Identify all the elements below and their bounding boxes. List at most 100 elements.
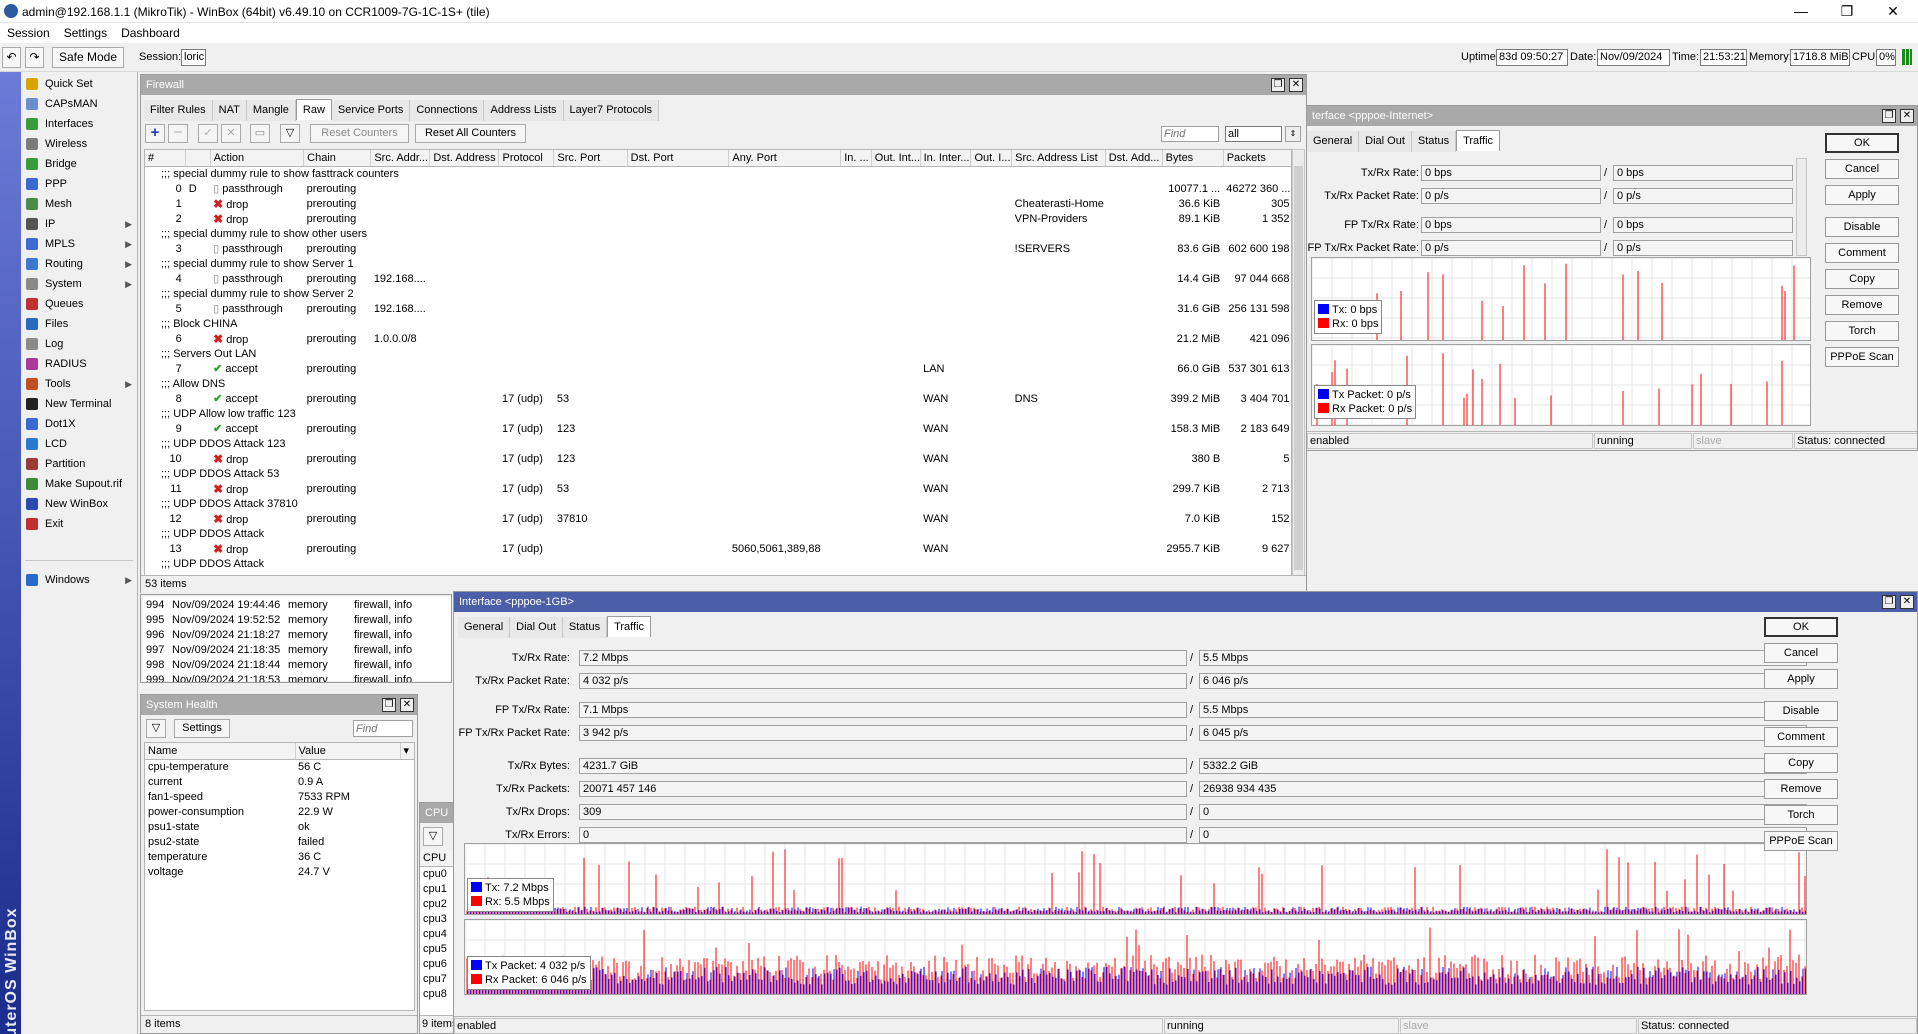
sidebar-item-mesh[interactable]: Mesh (21, 194, 138, 214)
window-close-icon[interactable]: ✕ (1289, 78, 1303, 92)
sidebar-item-queues[interactable]: Queues (21, 294, 138, 314)
column-header[interactable]: Packets (1223, 150, 1291, 167)
table-row[interactable]: cpu4 (420, 926, 454, 941)
tab-raw[interactable]: Raw (295, 99, 332, 120)
table-row[interactable]: cpu1 (420, 881, 454, 896)
table-row-comment[interactable]: ;;; Block CHINA (145, 316, 1291, 331)
log-row[interactable]: 997 Nov/09/2024 21:18:35 memory firewall, i… (143, 642, 451, 657)
redo-icon[interactable]: ↷ (25, 47, 44, 68)
log-row[interactable]: 995 Nov/09/2024 19:52:52 memory firewall, i… (143, 612, 451, 627)
window-restore-icon[interactable]: ❐ (382, 698, 396, 712)
sidebar-item-mpls[interactable]: MPLS ▶ (21, 234, 138, 254)
window-close-icon[interactable]: ✕ (400, 698, 414, 712)
column-header-name[interactable]: Name (145, 743, 296, 760)
rx-value-field[interactable]: 26938 934 435 (1199, 781, 1807, 797)
sidebar-item-new-terminal[interactable]: New Terminal (21, 394, 138, 414)
sidebar-item-interfaces[interactable]: Interfaces (21, 114, 138, 134)
sidebar-item-new-winbox[interactable]: New WinBox (21, 494, 138, 514)
sidebar-item-partition[interactable]: Partition (21, 454, 138, 474)
column-header-cpu[interactable]: CPU (420, 850, 454, 867)
sidebar-item-lcd[interactable]: LCD (21, 434, 138, 454)
sidebar-item-ppp[interactable]: PPP (21, 174, 138, 194)
iface-internet-scrollbar[interactable] (1796, 158, 1807, 256)
table-row[interactable]: 4 ▯ passthrough prerouting 192.168.... 14.4 … (145, 271, 1291, 286)
tx-value-field[interactable]: 4 032 p/s (579, 673, 1187, 689)
sidebar-item-files[interactable]: Files (21, 314, 138, 334)
rx-value-field[interactable]: 0 p/s (1613, 240, 1793, 256)
column-menu-icon[interactable]: ▾ (400, 743, 414, 760)
tx-value-field[interactable]: 0 (579, 827, 1187, 843)
sidebar-item-quick-set[interactable]: Quick Set (21, 74, 138, 94)
pppoe-scan-button[interactable]: PPPoE Scan (1825, 347, 1899, 367)
tx-value-field[interactable]: 4231.7 GiB (579, 758, 1187, 774)
column-header[interactable]: Dst. Address (429, 150, 500, 167)
table-row[interactable]: voltage 24.7 V (145, 864, 414, 879)
column-header[interactable]: In. Inter... (920, 150, 972, 167)
maximize-button[interactable]: ❐ (1824, 0, 1870, 23)
sidebar-item-windows[interactable]: Windows ▶ (21, 570, 138, 590)
ok-button[interactable]: OK (1825, 133, 1899, 153)
table-row[interactable]: current 0.9 A (145, 774, 414, 789)
firewall-scrollbar[interactable] (1292, 149, 1305, 577)
sidebar-item-wireless[interactable]: Wireless (21, 134, 138, 154)
filter-icon[interactable]: ▽ (423, 827, 443, 846)
table-row[interactable]: fan1-speed 7533 RPM (145, 789, 414, 804)
table-row[interactable]: 10 ✖ drop prerouting 17 (udp) 123 WAN 380 B5 (145, 451, 1291, 466)
sidebar-item-capsman[interactable]: CAPsMAN (21, 94, 138, 114)
column-header[interactable]: In. ... (840, 150, 872, 167)
rx-value-field[interactable]: 0 p/s (1613, 188, 1793, 204)
tab-layer7-protocols[interactable]: Layer7 Protocols (563, 100, 660, 121)
column-header-value[interactable]: Value (295, 743, 401, 760)
column-header[interactable]: Out. Int... (871, 150, 921, 167)
torch-button[interactable]: Torch (1825, 321, 1899, 341)
tx-value-field[interactable]: 0 p/s (1421, 188, 1601, 204)
tab-status[interactable]: Status (562, 617, 608, 638)
column-header[interactable]: Src. Addr... (370, 150, 431, 167)
table-row[interactable]: 11 ✖ drop prerouting 17 (udp) 53 WAN 299.7 KiB… (145, 481, 1291, 496)
disable-button[interactable]: Disable (1825, 217, 1899, 237)
remove-button[interactable]: Remove (1764, 779, 1838, 799)
table-row[interactable]: power-consumption 22.9 W (145, 804, 414, 819)
column-header[interactable]: Chain (303, 150, 372, 167)
tx-value-field[interactable]: 7.2 Mbps (579, 650, 1187, 666)
column-header[interactable]: Src. Address List (1011, 150, 1106, 167)
tab-dial-out[interactable]: Dial Out (1359, 131, 1412, 152)
tx-value-field[interactable]: 309 (579, 804, 1187, 820)
column-header[interactable]: Dst. Add... (1105, 150, 1163, 167)
table-row[interactable]: cpu8 (420, 986, 454, 1001)
add-icon[interactable]: + (145, 124, 165, 143)
copy-button[interactable]: Copy (1764, 753, 1838, 773)
tab-mangle[interactable]: Mangle (246, 100, 296, 121)
sidebar-item-ip[interactable]: IP ▶ (21, 214, 138, 234)
table-row[interactable]: 8 ✔ accept prerouting 17 (udp) 53 WAN DNS 399.2… (145, 391, 1291, 406)
reset-counters-button[interactable]: Reset Counters (310, 124, 409, 143)
tab-service-ports[interactable]: Service Ports (331, 100, 411, 121)
tx-value-field[interactable]: 0 bps (1421, 217, 1601, 233)
menu-session[interactable]: Session (0, 23, 57, 40)
tab-dial-out[interactable]: Dial Out (510, 617, 563, 638)
table-row-comment[interactable]: ;;; special dummy rule to show other use… (145, 226, 1291, 241)
tab-filter-rules[interactable]: Filter Rules (144, 100, 213, 121)
sidebar-item-system[interactable]: System ▶ (21, 274, 138, 294)
cancel-button[interactable]: Cancel (1825, 159, 1899, 179)
reset-all-counters-button[interactable]: Reset All Counters (415, 124, 526, 143)
column-header[interactable]: Action (210, 150, 305, 167)
sidebar-item-tools[interactable]: Tools ▶ (21, 374, 138, 394)
rx-value-field[interactable]: 5.5 Mbps (1199, 702, 1807, 718)
table-row[interactable]: 0 D ▯ passthrough prerouting 10077.1 ... 4627… (145, 181, 1291, 196)
filter-icon[interactable]: ▽ (280, 124, 300, 143)
table-row[interactable]: 12 ✖ drop prerouting 17 (udp) 37810 WAN 7.0 Ki… (145, 511, 1291, 526)
rx-value-field[interactable]: 0 bps (1613, 217, 1793, 233)
menu-settings[interactable]: Settings (57, 23, 114, 40)
pppoe-scan-button[interactable]: PPPoE Scan (1764, 831, 1838, 851)
table-row[interactable]: 2 ✖ drop prerouting VPN-Providers 89.1 KiB 1 … (145, 211, 1291, 226)
sidebar-item-exit[interactable]: Exit (21, 514, 138, 534)
window-close-icon[interactable]: ✕ (1900, 109, 1914, 123)
torch-button[interactable]: Torch (1764, 805, 1838, 825)
remove-icon[interactable]: − (168, 124, 188, 143)
menu-dashboard[interactable]: Dashboard (114, 23, 187, 40)
tx-value-field[interactable]: 3 942 p/s (579, 725, 1187, 741)
tab-address-lists[interactable]: Address Lists (484, 100, 564, 121)
log-row[interactable]: 998 Nov/09/2024 21:18:44 memory firewall, i… (143, 657, 451, 672)
table-row[interactable]: cpu7 (420, 971, 454, 986)
